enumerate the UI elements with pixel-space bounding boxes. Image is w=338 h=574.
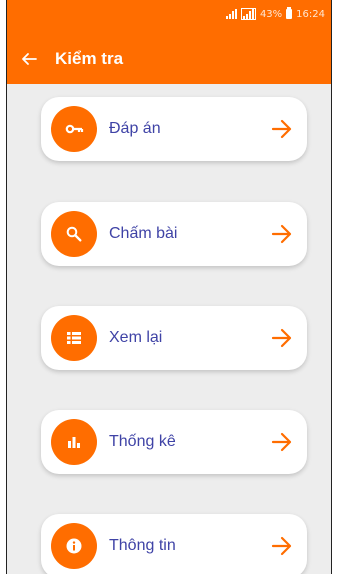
page-title: Kiểm tra — [55, 49, 124, 68]
menu-item-dap-an[interactable]: Đáp án — [41, 97, 307, 161]
menu-item-thong-tin[interactable]: Thông tin — [41, 514, 307, 574]
menu-item-label: Xem lại — [109, 329, 163, 346]
arrow-right-icon — [269, 116, 295, 142]
arrow-right-icon — [269, 325, 295, 351]
arrow-left-icon — [22, 53, 37, 65]
search-icon — [51, 211, 97, 257]
bar-chart-icon — [51, 419, 97, 465]
menu-item-label: Thông tin — [109, 537, 176, 554]
app-screen: 43% 16:24 Kiểm tra Đáp án Chấm bài Xem l… — [6, 0, 332, 574]
menu-item-label: Đáp án — [109, 120, 161, 137]
signal-icon-secondary — [240, 8, 256, 20]
menu-item-label: Thống kê — [109, 433, 176, 450]
menu-item-cham-bai[interactable]: Chấm bài — [41, 202, 307, 266]
menu-item-thong-ke[interactable]: Thống kê — [41, 410, 307, 474]
menu-item-label: Chấm bài — [109, 225, 178, 242]
app-bar: Kiểm tra — [7, 34, 331, 84]
signal-icon — [225, 9, 237, 19]
list-icon — [51, 315, 97, 361]
info-icon — [51, 523, 97, 569]
battery-percent: 43% — [259, 8, 283, 20]
back-button[interactable] — [7, 34, 51, 84]
arrow-right-icon — [269, 533, 295, 559]
battery-icon — [286, 7, 293, 19]
status-icons: 43% 16:24 — [225, 7, 325, 20]
menu-item-xem-lai[interactable]: Xem lại — [41, 306, 307, 370]
clock: 16:24 — [296, 8, 325, 20]
key-icon — [51, 106, 97, 152]
arrow-right-icon — [269, 221, 295, 247]
status-bar: 43% 16:24 — [7, 0, 331, 34]
arrow-right-icon — [269, 429, 295, 455]
